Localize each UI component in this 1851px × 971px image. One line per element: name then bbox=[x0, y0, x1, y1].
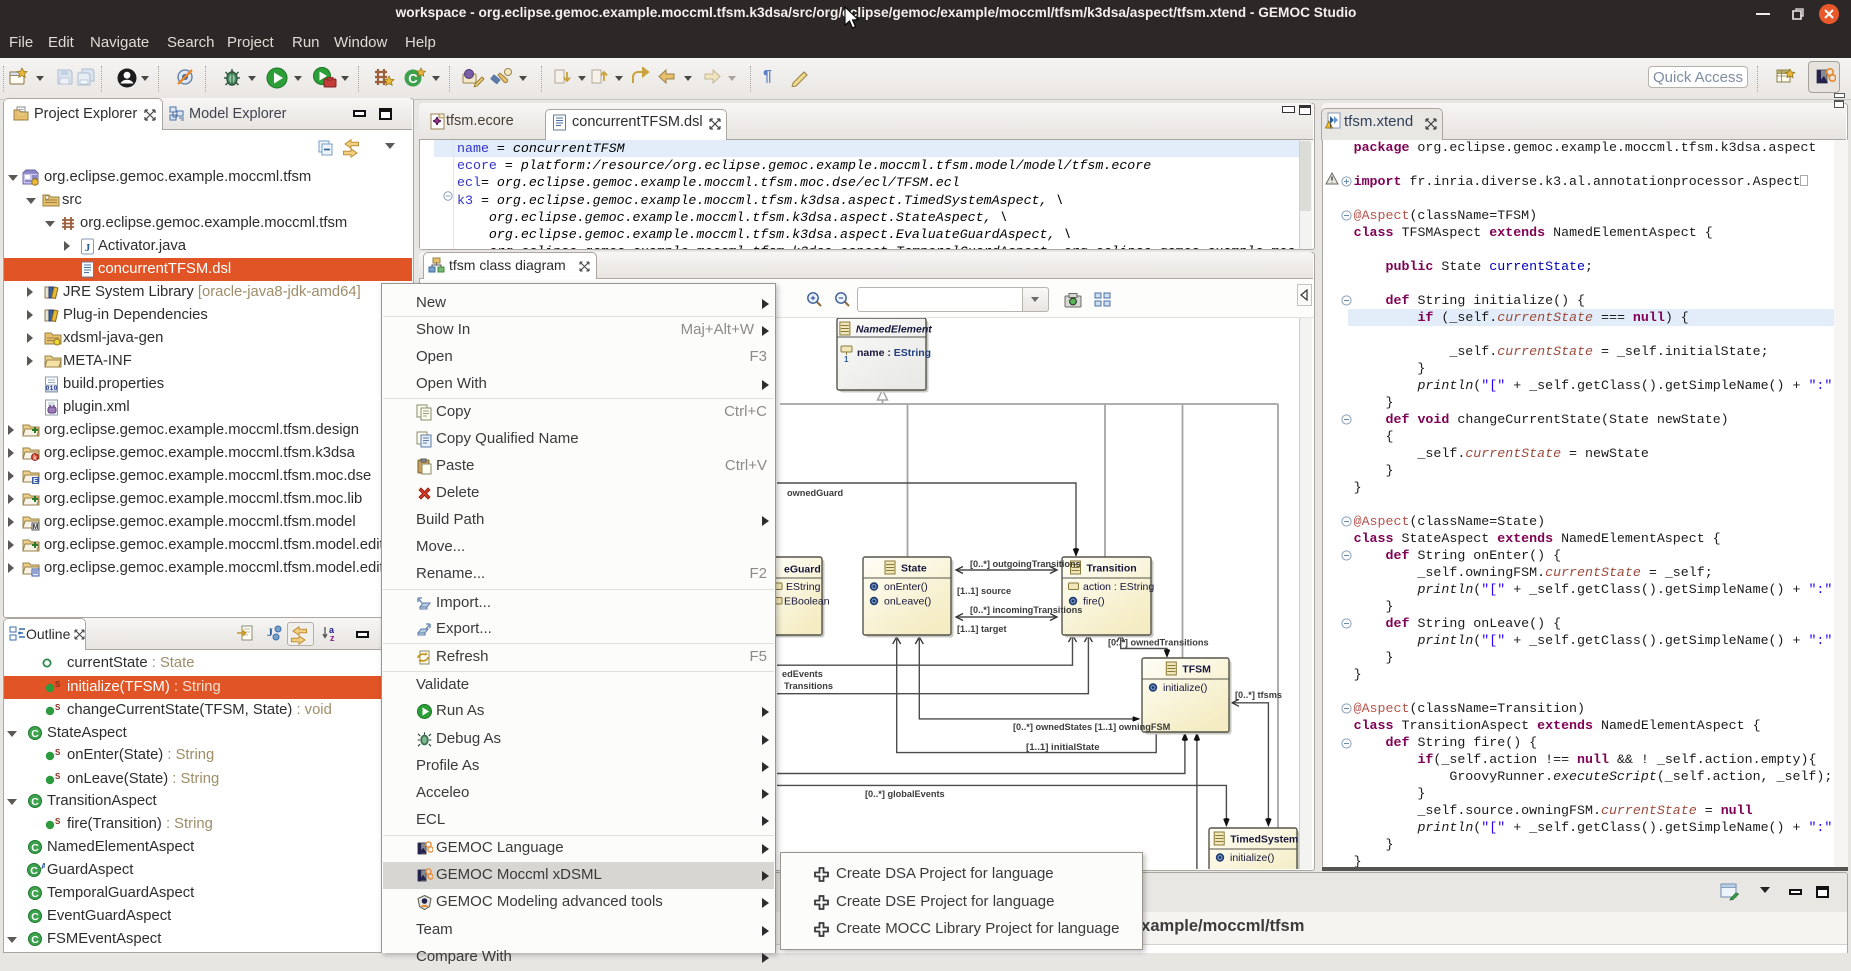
svg-text:onLeave(): onLeave() bbox=[884, 596, 931, 608]
svg-text:C: C bbox=[30, 865, 38, 877]
svg-text:initialize(): initialize() bbox=[1230, 852, 1274, 864]
svg-text:[0..*] ownedStates [1..1] owni: [0..*] ownedStates [1..1] owningFSM bbox=[1013, 722, 1171, 732]
svg-text:[0..*] incomingTransitions: [0..*] incomingTransitions bbox=[970, 605, 1082, 615]
svg-text:[1..1] source: [1..1] source bbox=[957, 586, 1011, 596]
svg-text:action : EString: action : EString bbox=[1083, 581, 1154, 593]
svg-text:1: 1 bbox=[844, 355, 849, 364]
svg-text:M: M bbox=[33, 524, 39, 531]
svg-text:[0..*] ownedTransitions: [0..*] ownedTransitions bbox=[1108, 638, 1209, 648]
svg-text:onEnter(): onEnter() bbox=[884, 581, 928, 593]
svg-text:z: z bbox=[330, 633, 335, 642]
svg-text:Transitions: Transitions bbox=[784, 681, 833, 691]
svg-text:010: 010 bbox=[46, 385, 58, 392]
svg-text:C: C bbox=[31, 934, 39, 946]
svg-text:C: C bbox=[31, 911, 39, 923]
svg-text:S: S bbox=[55, 703, 60, 712]
svg-text:E: E bbox=[33, 478, 38, 485]
svg-text:J: J bbox=[267, 625, 273, 639]
svg-text:C: C bbox=[31, 728, 39, 740]
svg-text:C: C bbox=[408, 71, 418, 86]
svg-text:[0..*] tfsms: [0..*] tfsms bbox=[1235, 690, 1282, 700]
svg-text:!: ! bbox=[1330, 124, 1332, 131]
svg-text:S: S bbox=[55, 748, 60, 757]
svg-text:EBoolean: EBoolean bbox=[784, 596, 830, 608]
svg-text:[0..*] outgoingTransitions: [0..*] outgoingTransitions bbox=[970, 559, 1081, 569]
svg-text:eGuard: eGuard bbox=[784, 564, 821, 576]
svg-text:edEvents: edEvents bbox=[782, 669, 823, 679]
svg-text:S: S bbox=[55, 817, 60, 826]
svg-text:C: C bbox=[31, 888, 39, 900]
svg-text:EString: EString bbox=[786, 581, 821, 593]
svg-text:NamedElement: NamedElement bbox=[856, 324, 932, 336]
svg-text:A: A bbox=[41, 862, 45, 871]
svg-text:TFSM: TFSM bbox=[1182, 664, 1211, 676]
svg-text:k: k bbox=[33, 455, 37, 462]
svg-text:[0..*] globalEvents: [0..*] globalEvents bbox=[865, 789, 945, 799]
svg-text:name : EString: name : EString bbox=[857, 347, 931, 359]
svg-text:TimedSystem: TimedSystem bbox=[1230, 834, 1298, 846]
svg-text:fire(): fire() bbox=[1083, 596, 1105, 608]
svg-text:[1..1] initialState: [1..1] initialState bbox=[1026, 742, 1100, 753]
svg-text:S: S bbox=[55, 772, 60, 781]
svg-text:ownedGuard: ownedGuard bbox=[787, 488, 843, 498]
svg-text:C: C bbox=[31, 796, 39, 808]
svg-text:initialize(): initialize() bbox=[1163, 682, 1207, 694]
svg-text:Transition: Transition bbox=[1087, 563, 1137, 575]
svg-text:C: C bbox=[31, 842, 39, 854]
svg-text:J: J bbox=[85, 242, 91, 254]
svg-text:[1..1] target: [1..1] target bbox=[957, 624, 1007, 634]
svg-text:State: State bbox=[901, 563, 927, 575]
svg-text:S: S bbox=[55, 680, 60, 689]
